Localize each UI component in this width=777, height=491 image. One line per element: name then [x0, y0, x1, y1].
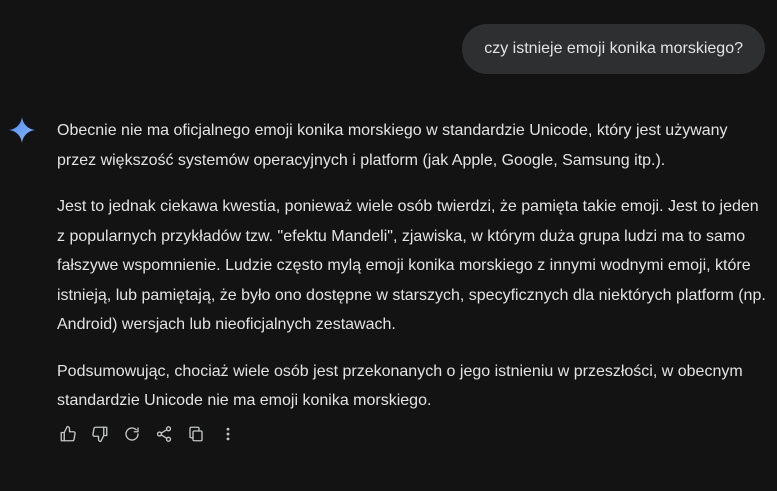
thumb-down-icon: [92, 426, 108, 443]
regenerate-button[interactable]: [116, 420, 148, 448]
user-message-bubble: czy istnieje emoji konika morskiego?: [462, 24, 765, 74]
model-response: Obecnie nie ma oficjalnego emoji konika …: [57, 116, 769, 433]
share-button[interactable]: [148, 420, 180, 448]
good-response-button[interactable]: [52, 420, 84, 448]
gemini-sparkle-icon: [9, 117, 35, 143]
thumb-up-icon: [60, 425, 76, 442]
response-paragraph: Podsumowując, chociaż wiele osób jest pr…: [57, 362, 743, 410]
copy-button[interactable]: [180, 420, 212, 448]
copy-icon: [189, 426, 203, 442]
more-options-icon: [226, 427, 230, 441]
response-paragraph: Jest to jednak ciekawa kwestia, ponieważ…: [57, 198, 766, 333]
share-icon: [156, 426, 172, 442]
user-message-text: czy istnieje emoji konika morskiego?: [484, 40, 743, 57]
more-options-button[interactable]: [212, 420, 244, 448]
chat-page: czy istnieje emoji konika morskiego? Obe…: [0, 0, 777, 491]
response-actions-toolbar: [52, 420, 244, 448]
bad-response-button[interactable]: [84, 420, 116, 448]
response-paragraph: Obecnie nie ma oficjalnego emoji konika …: [57, 122, 728, 169]
regenerate-icon: [125, 427, 139, 441]
